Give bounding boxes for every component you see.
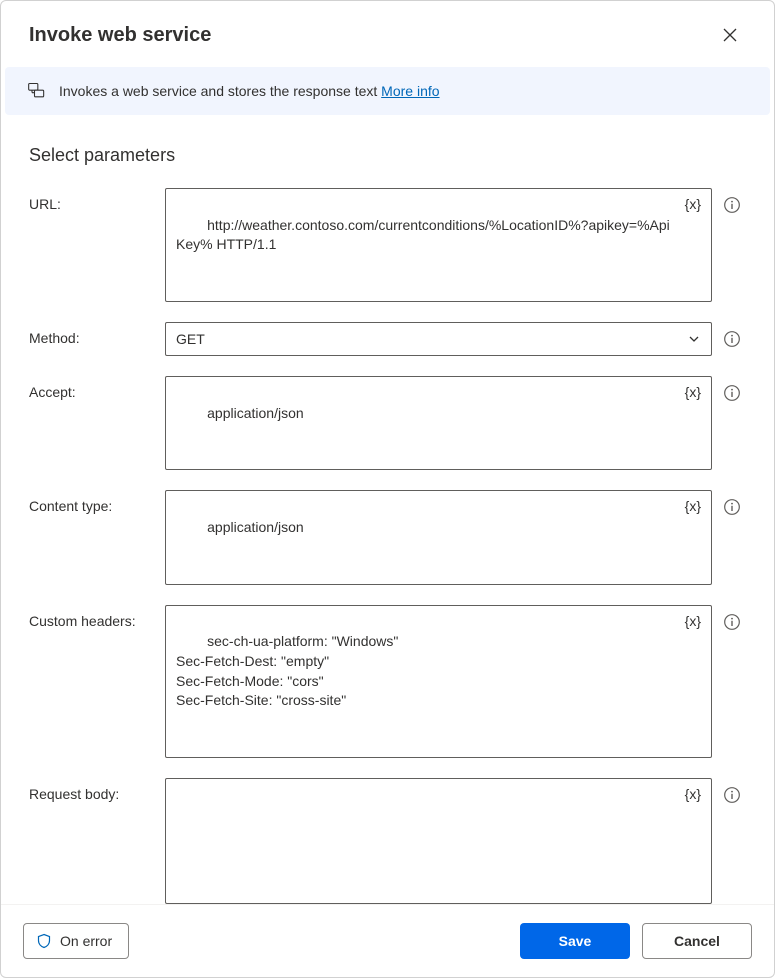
more-info-link[interactable]: More info [381,83,439,99]
method-value: GET [176,331,205,347]
dialog-title: Invoke web service [29,24,211,47]
row-request-body: Request body: {x} [29,778,746,904]
method-select[interactable]: GET [165,322,712,356]
info-icon[interactable] [722,785,742,805]
close-icon [723,28,737,42]
variable-picker-button[interactable]: {x} [681,782,705,806]
row-method: Method: GET [29,322,746,356]
row-content-type: Content type: application/json {x} [29,490,746,584]
banner-text: Invokes a web service and stores the res… [59,83,381,99]
save-button[interactable]: Save [520,923,630,959]
section-title: Select parameters [29,145,746,166]
custom-headers-value: sec-ch-ua-platform: "Windows" Sec-Fetch-… [176,633,398,708]
label-method: Method: [29,322,155,346]
banner-text-container: Invokes a web service and stores the res… [59,83,440,99]
accept-value: application/json [207,405,304,421]
row-accept: Accept: application/json {x} [29,376,746,470]
cancel-button[interactable]: Cancel [642,923,752,959]
shield-icon [36,933,52,949]
dialog-content: Select parameters URL: http://weather.co… [1,125,774,904]
web-service-icon [27,81,47,101]
accept-input[interactable]: application/json {x} [165,376,712,470]
variable-picker-button[interactable]: {x} [681,192,705,216]
invoke-web-service-dialog: Invoke web service Invokes a web service… [0,0,775,978]
label-content-type: Content type: [29,490,155,514]
info-icon[interactable] [722,329,742,349]
url-input[interactable]: http://weather.contoso.com/currentcondit… [165,188,712,302]
variable-picker-button[interactable]: {x} [681,494,705,518]
row-url: URL: http://weather.contoso.com/currentc… [29,188,746,302]
info-icon[interactable] [722,383,742,403]
content-type-value: application/json [207,519,304,535]
variable-picker-button[interactable]: {x} [681,380,705,404]
info-icon[interactable] [722,612,742,632]
variable-picker-button[interactable]: {x} [681,609,705,633]
on-error-label: On error [60,933,112,949]
description-banner: Invokes a web service and stores the res… [5,67,770,115]
dialog-footer: On error Save Cancel [1,904,774,977]
dialog-header: Invoke web service [1,1,774,61]
info-icon[interactable] [722,497,742,517]
row-custom-headers: Custom headers: sec-ch-ua-platform: "Win… [29,605,746,758]
chevron-down-icon [685,330,703,348]
custom-headers-input[interactable]: sec-ch-ua-platform: "Windows" Sec-Fetch-… [165,605,712,758]
info-icon[interactable] [722,195,742,215]
label-url: URL: [29,188,155,212]
on-error-button[interactable]: On error [23,923,129,959]
label-request-body: Request body: [29,778,155,802]
label-accept: Accept: [29,376,155,400]
label-custom-headers: Custom headers: [29,605,155,629]
url-value: http://weather.contoso.com/currentcondit… [176,217,670,253]
content-type-input[interactable]: application/json {x} [165,490,712,584]
close-button[interactable] [714,19,746,51]
request-body-input[interactable]: {x} [165,778,712,904]
